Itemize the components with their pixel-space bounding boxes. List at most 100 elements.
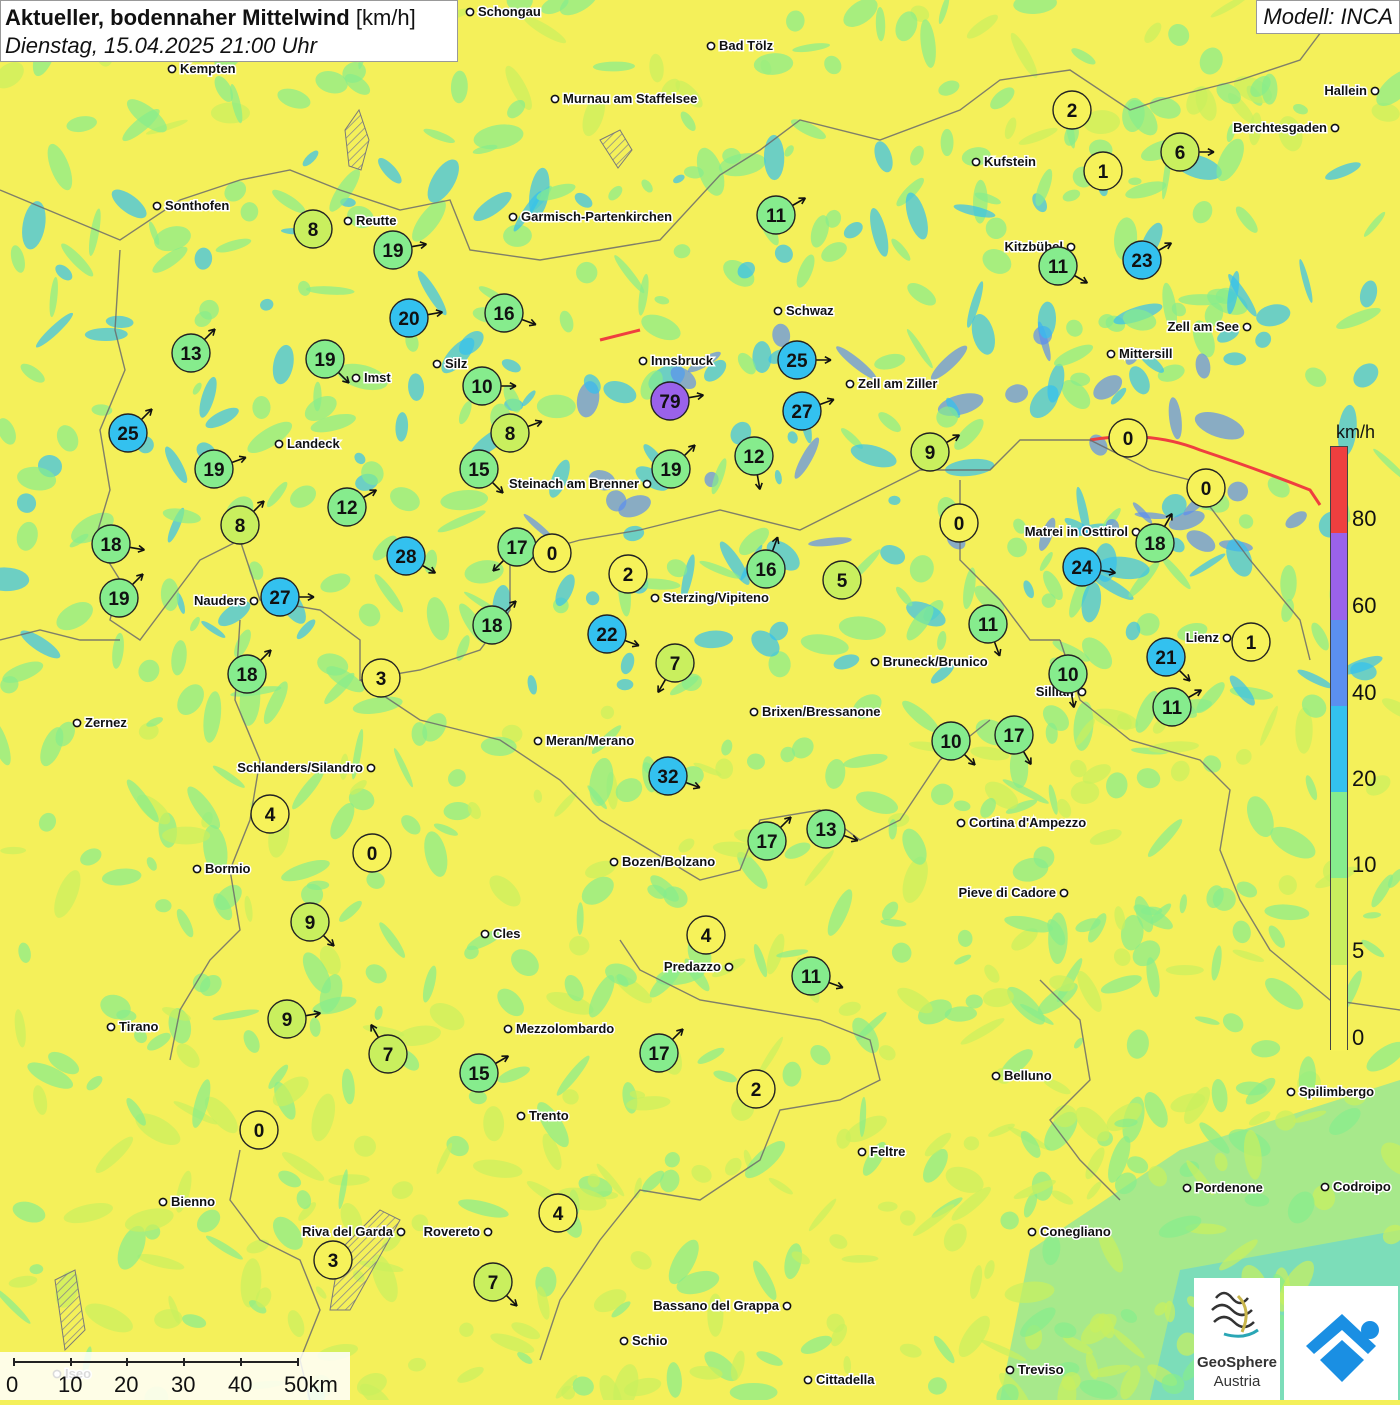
legend-tick-label: 0: [1352, 1025, 1365, 1050]
city-marker: Berchtesgaden: [1232, 119, 1340, 137]
city-label: Spilimbergo: [1299, 1084, 1374, 1099]
wind-speed-value: 25: [786, 351, 808, 372]
wind-speed-value: 18: [236, 665, 257, 686]
wetter-app-icon: [1306, 1314, 1379, 1382]
city-marker: Bozen/Bolzano: [609, 853, 717, 871]
wetter-app-logo[interactable]: [1284, 1286, 1398, 1400]
city-marker: Spilimbergo: [1286, 1083, 1376, 1101]
wind-speed-value: 13: [815, 820, 836, 841]
wind-station[interactable]: 2: [1052, 90, 1092, 130]
scale-label: 40: [228, 1372, 253, 1397]
wind-speed-value: 10: [471, 377, 492, 398]
wind-station[interactable]: 0: [239, 1110, 279, 1150]
wind-speed-value: 11: [1048, 257, 1069, 278]
city-label: Trento: [529, 1108, 569, 1123]
geosphere-logo[interactable]: GeoSphere Austria: [1194, 1278, 1280, 1400]
wind-station[interactable]: 0: [352, 833, 392, 873]
wind-speed-value: 27: [269, 588, 290, 609]
city-marker: Zell am See: [1166, 318, 1252, 336]
wind-speed-value: 24: [1071, 558, 1093, 579]
city-label: Predazzo: [664, 959, 721, 974]
city-label: Feltre: [870, 1144, 905, 1159]
wind-speed-value: 19: [382, 241, 403, 262]
city-marker: Bruneck/Brunico: [870, 653, 989, 671]
city-label: Brixen/Bressanone: [762, 704, 881, 719]
title-unit: [km/h]: [355, 5, 416, 30]
wind-station[interactable]: 2: [608, 554, 648, 594]
city-label: Imst: [364, 370, 391, 385]
wind-station[interactable]: 3: [361, 658, 401, 698]
city-marker: Mezzolombardo: [503, 1020, 616, 1038]
wind-station[interactable]: 0: [1108, 418, 1148, 458]
city-label: Mittersill: [1119, 346, 1172, 361]
legend-tick-label: 20: [1352, 766, 1377, 791]
wind-station[interactable]: 4: [538, 1193, 578, 1233]
city-label: Schwaz: [786, 303, 834, 318]
wind-speed-value: 8: [235, 516, 246, 537]
wind-speed-value: 19: [660, 460, 681, 481]
city-label: Cles: [493, 926, 520, 941]
wind-speed-value: 28: [395, 547, 416, 568]
city-label: Hallein: [1324, 83, 1367, 98]
wind-speed-value: 13: [180, 344, 201, 365]
legend-swatch: [1331, 533, 1347, 620]
wind-station[interactable]: 1: [1231, 622, 1271, 662]
city-marker: Pordenone: [1182, 1179, 1264, 1197]
wind-map[interactable]: Kempten Bad Tölz Murnau am Staffelsee Halle…: [0, 0, 1400, 1400]
wind-station[interactable]: 0: [939, 503, 979, 543]
wind-station[interactable]: 1: [1083, 151, 1123, 191]
city-label: Nauders: [194, 593, 246, 608]
city-marker: Cittadella: [803, 1371, 877, 1389]
wind-speed-value: 10: [1057, 665, 1078, 686]
city-marker: Riva del Garda: [300, 1223, 406, 1241]
legend-unit: km/h: [1336, 422, 1376, 442]
city-label: Mezzolombardo: [516, 1021, 614, 1036]
wind-speed-value: 8: [505, 424, 516, 445]
city-label: Murnau am Staffelsee: [563, 91, 697, 106]
city-label: Bozen/Bolzano: [622, 854, 715, 869]
wind-station[interactable]: 0: [1186, 468, 1226, 508]
wind-station[interactable]: 8: [293, 209, 333, 249]
city-label: Landeck: [287, 436, 341, 451]
city-label: Treviso: [1018, 1362, 1064, 1377]
wind-speed-value: 2: [751, 1080, 762, 1101]
legend-swatch: [1331, 878, 1347, 965]
wind-speed-value: 15: [468, 460, 490, 481]
city-marker: Garmisch-Partenkirchen: [508, 208, 674, 226]
city-label: Riva del Garda: [302, 1224, 394, 1239]
wind-speed-value: 11: [1162, 698, 1183, 719]
wind-speed-value: 18: [100, 535, 121, 556]
city-label: Cortina d'Ampezzo: [969, 815, 1086, 830]
wind-station[interactable]: 3: [313, 1240, 353, 1280]
wind-station[interactable]: 4: [250, 794, 290, 834]
wind-speed-value: 20: [398, 309, 419, 330]
legend-tick-label: 5: [1352, 938, 1365, 963]
wind-speed-value: 0: [954, 514, 965, 535]
wind-speed-value: 11: [766, 206, 787, 227]
wind-station[interactable]: 4: [686, 915, 726, 955]
wind-station[interactable]: 2: [736, 1069, 776, 1109]
wind-speed-value: 8: [308, 220, 319, 241]
map-title-box: Aktueller, bodennaher Mittelwind [km/h] …: [0, 0, 458, 62]
wind-speed-value: 0: [1201, 479, 1212, 500]
wind-station[interactable]: 5: [822, 560, 862, 600]
wind-station[interactable]: 0: [532, 533, 572, 573]
city-label: Bad Tölz: [719, 38, 774, 53]
city-marker: Conegliano: [1027, 1223, 1112, 1241]
wind-speed-value: 32: [657, 767, 678, 788]
color-legend: km/h 0 5 10 20 40 60 80: [1326, 420, 1386, 1055]
city-marker: Zell am Ziller: [845, 375, 939, 393]
city-marker: Sonthofen: [152, 197, 231, 215]
city-label: Belluno: [1004, 1068, 1052, 1083]
city-label: Bienno: [171, 1194, 215, 1209]
wind-speed-value: 22: [596, 625, 617, 646]
city-label: Kufstein: [984, 154, 1036, 169]
wind-speed-value: 0: [367, 844, 378, 865]
city-label: Rovereto: [424, 1224, 480, 1239]
title-text: Aktueller, bodennaher Mittelwind: [5, 5, 350, 30]
wind-speed-value: 7: [383, 1045, 394, 1066]
city-marker: Pieve di Cadore: [957, 884, 1069, 902]
wind-speed-value: 21: [1155, 648, 1177, 669]
city-label: Meran/Merano: [546, 733, 634, 748]
model-label: Modell: INCA: [1256, 0, 1400, 34]
